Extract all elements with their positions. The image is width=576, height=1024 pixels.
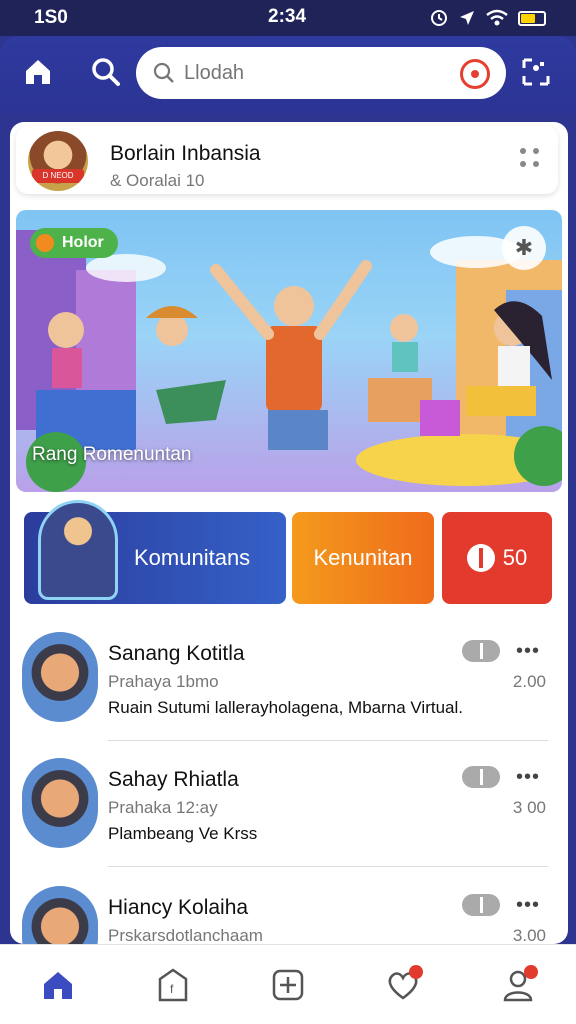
post-meta: Prahaka 12:ay: [108, 798, 218, 817]
grid-icon[interactable]: [518, 54, 554, 90]
post-author: Sanang Kotitla: [108, 642, 245, 665]
post-time: 3 00: [512, 798, 546, 817]
status-bar: 1S0 2:34: [0, 0, 576, 36]
post-time: 3.00: [512, 926, 546, 944]
more-icon[interactable]: [520, 148, 542, 170]
avatar[interactable]: [22, 886, 98, 944]
search-icon[interactable]: [88, 54, 124, 90]
more-icon[interactable]: •••: [516, 640, 540, 663]
post-text: Ruain Sutumi lallerayholagena, Mbarna Vi…: [108, 698, 463, 717]
avatar[interactable]: [22, 632, 98, 722]
category-count[interactable]: 50: [442, 512, 552, 604]
category-kenunitan[interactable]: Kenunitan: [292, 512, 434, 604]
profile-name: Borlain Inbansia: [110, 142, 261, 165]
category-komunitans[interactable]: Komunitans: [24, 500, 286, 604]
nav-activity[interactable]: [381, 963, 425, 1007]
nav-tag[interactable]: f: [151, 963, 195, 1007]
divider: [108, 740, 548, 741]
location-icon: [460, 11, 474, 25]
avatar[interactable]: D NEOD: [28, 131, 88, 191]
main-panel: D NEOD Borlain Inbansia & Ooralai 10 Hol…: [10, 122, 568, 944]
list-item[interactable]: Hiancy Kolaiha Prskarsdotlanchaam 3.00 •…: [10, 882, 568, 944]
toggle-switch[interactable]: [462, 766, 500, 788]
bottom-nav: f: [0, 944, 576, 1024]
home-icon[interactable]: [20, 54, 56, 90]
notification-badge: [524, 964, 539, 979]
hero-banner[interactable]: Holor ✱ Rang Romenuntan: [16, 210, 562, 492]
notification-badge: [409, 964, 424, 979]
post-author: Hiancy Kolaiha: [108, 896, 249, 919]
toggle-switch[interactable]: [462, 640, 500, 662]
tag-icon: [466, 544, 495, 572]
category-character-image: [38, 500, 118, 600]
post-author: Sahay Rhiatla: [108, 768, 239, 791]
avatar-tag: D NEOD: [32, 169, 84, 183]
profile-subtitle: & Ooralai 10: [110, 171, 205, 190]
svg-text:f: f: [170, 982, 174, 996]
home-icon: [43, 971, 72, 999]
status-time: 2:34: [268, 6, 307, 27]
list-item[interactable]: Sahay Rhiatla Prahaka 12:ay Plambeang Ve…: [10, 754, 568, 878]
plus-icon: [272, 969, 304, 1000]
status-left-text: 1S0: [34, 7, 68, 28]
divider: [108, 866, 548, 867]
share-icon[interactable]: ✱: [502, 226, 546, 270]
search-field-icon: [153, 62, 174, 83]
post-meta: Prahaya 1bmo: [108, 672, 219, 691]
nav-create[interactable]: [266, 963, 310, 1007]
avatar[interactable]: [22, 758, 98, 848]
more-icon[interactable]: •••: [516, 766, 540, 789]
list-item[interactable]: Sanang Kotitla Prahaya 1bmo Ruain Sutumi…: [10, 628, 568, 752]
battery-icon: [518, 10, 546, 26]
toggle-switch[interactable]: [462, 894, 500, 916]
category-label: Komunitans: [134, 545, 251, 570]
category-label: 50: [502, 545, 528, 570]
search-bar[interactable]: [136, 47, 506, 99]
nav-profile[interactable]: [496, 963, 540, 1007]
alarm-icon: [431, 10, 447, 26]
wifi-icon: [486, 9, 508, 26]
post-time: 2.00: [512, 672, 546, 691]
profile-card[interactable]: D NEOD Borlain Inbansia & Ooralai 10: [16, 126, 558, 194]
tag-icon: f: [158, 967, 188, 1001]
hero-caption: Rang Romenuntan: [32, 444, 192, 465]
status-icons: [430, 9, 546, 27]
mic-icon[interactable]: [460, 59, 490, 89]
search-input[interactable]: [184, 61, 444, 85]
nav-home[interactable]: [36, 963, 80, 1007]
post-text: Plambeang Ve Krss: [108, 824, 258, 843]
category-label: Kenunitan: [313, 545, 413, 570]
post-meta: Prskarsdotlanchaam: [108, 926, 263, 944]
hero-badge[interactable]: Holor: [30, 228, 118, 258]
more-icon[interactable]: •••: [516, 894, 540, 917]
